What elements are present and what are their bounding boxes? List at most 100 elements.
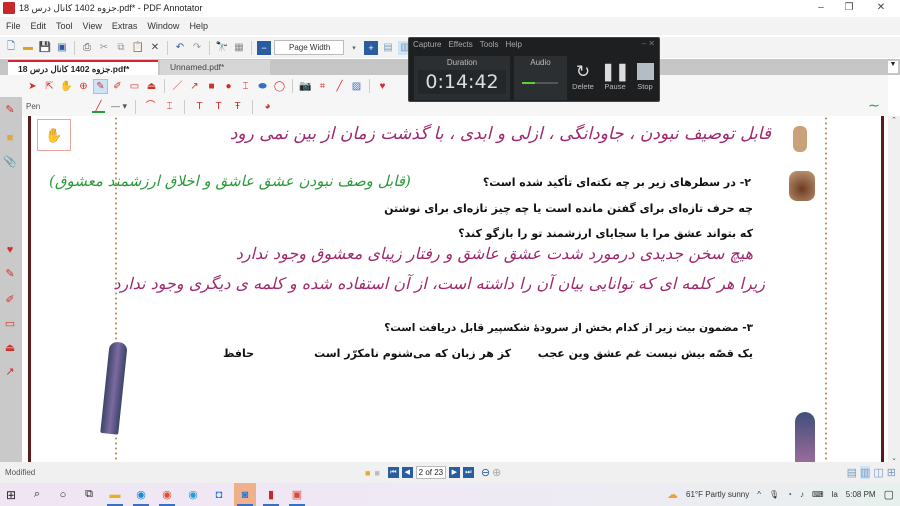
- start-icon[interactable]: ⊞: [0, 483, 22, 506]
- menu-help[interactable]: Help: [189, 21, 208, 31]
- line-style-icon[interactable]: — ▾: [111, 101, 127, 112]
- maximize-button[interactable]: ❐: [834, 0, 864, 16]
- previous-page-button[interactable]: ◀: [401, 467, 413, 478]
- circle-icon[interactable]: ●: [222, 80, 235, 93]
- camera-icon[interactable]: 📷: [299, 80, 312, 93]
- edge-icon[interactable]: ◉: [130, 483, 152, 506]
- continuous-view-icon[interactable]: ▥: [859, 466, 871, 479]
- cut-icon[interactable]: ✂: [97, 41, 111, 55]
- file-explorer-icon[interactable]: ▬: [104, 483, 126, 506]
- marker-icon[interactable]: ╱: [333, 80, 346, 93]
- next-page-button[interactable]: ▶: [448, 467, 460, 478]
- volume-icon[interactable]: ♪: [800, 490, 804, 499]
- recorder-app-icon[interactable]: ◙: [234, 483, 256, 506]
- pdf-page[interactable]: ✋ قابل توصیف نبودن ، جاودانگی ، ازلی و ا…: [28, 116, 884, 462]
- magnifier-icon[interactable]: ⊕: [77, 80, 90, 93]
- delete-icon[interactable]: ✕: [148, 41, 162, 55]
- forward-icon[interactable]: ⊕: [492, 466, 501, 479]
- delete-button[interactable]: ↻ Delete: [569, 62, 597, 91]
- language-indicator[interactable]: la: [832, 490, 838, 499]
- tab-list-dropdown-icon[interactable]: ▼: [888, 61, 898, 73]
- save-as-icon[interactable]: ▣: [55, 41, 69, 55]
- weather-icon[interactable]: ☁: [667, 488, 678, 501]
- search-icon[interactable]: ⌕: [26, 483, 48, 506]
- notifications-icon[interactable]: ▢: [884, 488, 894, 501]
- arrow-icon[interactable]: ↗: [3, 365, 17, 379]
- squiggly-icon[interactable]: T: [212, 100, 225, 113]
- scroll-up-icon[interactable]: ⌃: [888, 116, 900, 124]
- zoom-select[interactable]: Page Width: [274, 40, 344, 55]
- vertical-scrollbar[interactable]: ⌃ ⌄: [888, 116, 900, 462]
- find-icon[interactable]: 🔭: [215, 41, 229, 55]
- rectangle-icon[interactable]: ■: [205, 80, 218, 93]
- pen-icon[interactable]: ✎: [93, 78, 108, 94]
- lasso-icon[interactable]: ◯: [273, 80, 286, 93]
- menu-tool[interactable]: Tool: [56, 21, 73, 31]
- image-icon[interactable]: ▦: [232, 41, 246, 55]
- stamp-icon[interactable]: ⏏: [145, 80, 158, 93]
- two-page-view-icon[interactable]: ◫: [873, 466, 883, 479]
- cortana-icon[interactable]: ○: [52, 483, 74, 506]
- new-icon[interactable]: 🗋: [4, 41, 18, 55]
- zoom-in-icon[interactable]: +: [364, 40, 378, 55]
- stop-button[interactable]: Stop: [631, 62, 659, 91]
- last-page-button[interactable]: ⏭: [462, 467, 474, 478]
- crop-icon[interactable]: ⌗: [316, 80, 329, 93]
- camtasia-icon[interactable]: ▣: [286, 483, 308, 506]
- redo-icon[interactable]: ↷: [190, 41, 204, 55]
- import-icon[interactable]: ■: [365, 468, 370, 478]
- menu-window[interactable]: Window: [147, 21, 179, 31]
- favorite-tool-icon[interactable]: ◕: [261, 100, 274, 113]
- highlighter-icon[interactable]: ✐: [3, 293, 17, 307]
- menu-extras[interactable]: Extras: [112, 21, 138, 31]
- first-page-button[interactable]: ⏮: [387, 467, 399, 478]
- select-text-icon[interactable]: ⇱: [43, 80, 56, 93]
- recorder-close-icon[interactable]: – ✕: [642, 39, 655, 48]
- insert-image-icon[interactable]: ▨: [350, 80, 363, 93]
- pdf-annotator-icon[interactable]: ▮: [260, 483, 282, 506]
- open-folder-icon[interactable]: ▬: [21, 41, 35, 55]
- scroll-down-icon[interactable]: ⌄: [888, 454, 900, 462]
- strikeout-icon[interactable]: Ŧ: [231, 100, 244, 113]
- menu-edit[interactable]: Edit: [31, 21, 47, 31]
- select-arrow-icon[interactable]: ➤: [26, 80, 39, 93]
- weather-text[interactable]: 61°F Partly sunny: [686, 490, 749, 499]
- text-cursor-icon[interactable]: ⌶: [163, 100, 176, 113]
- telegram-icon[interactable]: ◉: [182, 483, 204, 506]
- export-icon[interactable]: ■: [374, 468, 379, 478]
- pen-icon[interactable]: ✎: [3, 103, 17, 117]
- minimize-button[interactable]: –: [806, 0, 836, 16]
- task-view-icon[interactable]: ⧉: [78, 483, 100, 506]
- recorder-menu-tools[interactable]: Tools: [480, 40, 499, 49]
- back-icon[interactable]: ⊖: [481, 466, 490, 479]
- underline-icon[interactable]: T: [193, 100, 206, 113]
- network-icon[interactable]: ◔: [787, 490, 792, 499]
- hand-icon[interactable]: ✋: [60, 80, 73, 93]
- heart-icon[interactable]: ♥: [376, 80, 389, 93]
- recorder-menu-help[interactable]: Help: [505, 40, 521, 49]
- line-icon[interactable]: ／: [171, 80, 184, 93]
- menu-file[interactable]: File: [6, 21, 21, 31]
- tray-chevron-icon[interactable]: ^: [757, 490, 761, 499]
- audio-meter[interactable]: [522, 82, 558, 84]
- eraser-icon[interactable]: ⬬: [256, 80, 269, 93]
- textbox-icon[interactable]: ▭: [128, 80, 141, 93]
- print-icon[interactable]: ⎙: [80, 41, 94, 55]
- smooth-icon[interactable]: ⌒: [144, 100, 157, 113]
- pen-color-icon[interactable]: ╱: [92, 100, 105, 113]
- heart-icon[interactable]: ♥: [3, 243, 17, 257]
- highlighter-icon[interactable]: ✐: [111, 80, 124, 93]
- recorder-menu-capture[interactable]: Capture: [413, 40, 441, 49]
- chevron-down-icon[interactable]: ▾: [347, 41, 361, 55]
- chrome-icon[interactable]: ◉: [156, 483, 178, 506]
- microphone-icon[interactable]: 🎙: [769, 490, 779, 499]
- clock[interactable]: 5:08 PM: [846, 490, 876, 499]
- close-button[interactable]: ✕: [866, 0, 896, 16]
- menu-view[interactable]: View: [83, 21, 102, 31]
- single-page-view-icon[interactable]: ▤: [847, 466, 857, 479]
- arrow-icon[interactable]: ↗: [188, 80, 201, 93]
- document-view[interactable]: ✋ قابل توصیف نبودن ، جاودانگی ، ازلی و ا…: [22, 116, 888, 462]
- paperclip-icon[interactable]: 📎: [3, 155, 17, 169]
- zoom-out-icon[interactable]: −: [257, 40, 271, 55]
- undo-icon[interactable]: ↶: [173, 41, 187, 55]
